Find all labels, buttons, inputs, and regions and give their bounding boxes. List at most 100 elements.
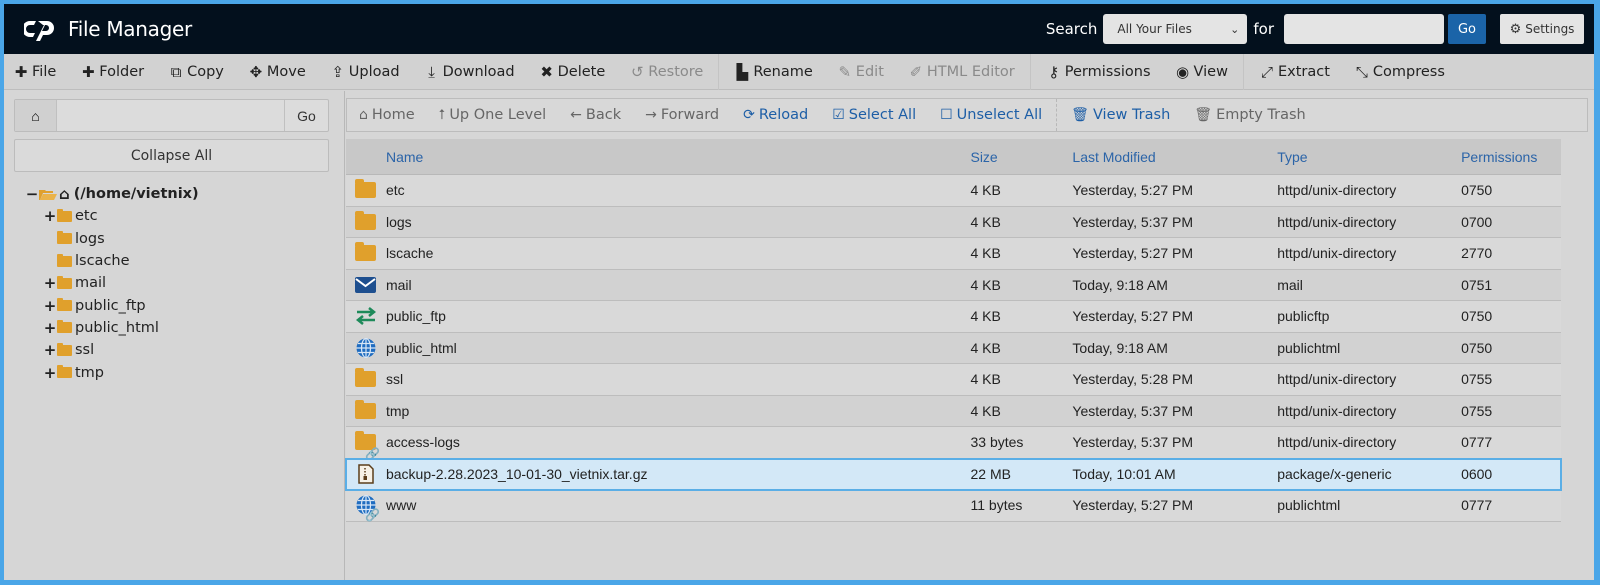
table-row[interactable]: tmp 4 KB Yesterday, 5:37 PM httpd/unix-dire…: [346, 395, 1561, 427]
tree-item[interactable]: + mail: [26, 272, 199, 294]
expand-toggle-icon[interactable]: +: [44, 274, 57, 292]
search-go-button[interactable]: Go: [1448, 14, 1486, 44]
toolbar-button-label: Folder: [99, 63, 145, 80]
table-row[interactable]: logs 4 KB Yesterday, 5:37 PM httpd/unix-dir…: [346, 206, 1561, 238]
file-name: ssl: [385, 371, 404, 388]
trash-icon: 🗑: [1071, 107, 1089, 123]
move-icon: ✥: [249, 62, 263, 81]
path-go-button[interactable]: Go: [284, 100, 328, 131]
expand-toggle-icon[interactable]: +: [44, 364, 57, 382]
table-row[interactable]: public_html 4 KB Today, 9:18 AM publichtml 0…: [346, 332, 1561, 364]
nav-empty-trash-button[interactable]: 🗑 Empty Trash: [1194, 107, 1305, 123]
tree-item[interactable]: + public_html: [26, 317, 199, 339]
collapse-all-button[interactable]: Collapse All: [14, 139, 329, 172]
nav-unselect-all-button[interactable]: ☐ Unselect All: [940, 107, 1042, 123]
search-input[interactable]: [1284, 14, 1444, 44]
nav-reload-button[interactable]: ⟳ Reload: [743, 107, 808, 123]
gear-icon: ⚙: [1509, 21, 1522, 37]
table-row[interactable]: 🔗 www 11 bytes Yesterday, 5:27 PM publichtml…: [346, 490, 1561, 522]
toolbar-extract-button[interactable]: ⤢ Extract: [1260, 63, 1330, 81]
expand-toggle-icon[interactable]: +: [44, 297, 57, 315]
nav-view-trash-button[interactable]: 🗑 View Trash: [1071, 107, 1170, 123]
nav-back-button[interactable]: ← Back: [570, 107, 621, 123]
folder-icon: [355, 242, 377, 262]
column-header-last-modified[interactable]: Last Modified: [1072, 149, 1277, 165]
toolbar-delete-button[interactable]: ✖ Delete: [540, 63, 606, 81]
column-header-type[interactable]: Type: [1277, 149, 1461, 165]
path-input[interactable]: [57, 100, 284, 131]
toolbar-compress-button[interactable]: ⤡ Compress: [1355, 63, 1445, 81]
toolbar-edit-button[interactable]: ✎ Edit: [838, 63, 884, 81]
nav-up-one-level-button[interactable]: ⭡ Up One Level: [439, 107, 546, 123]
search-scope-select[interactable]: All Your Files ⌄: [1103, 14, 1248, 44]
toolbar-copy-button[interactable]: ⧉ Copy: [169, 63, 224, 81]
tree-item[interactable]: + tmp: [26, 361, 199, 383]
brand: File Manager: [24, 17, 192, 41]
file-last-modified: Yesterday, 5:27 PM: [1072, 245, 1194, 262]
table-row[interactable]: ssl 4 KB Yesterday, 5:28 PM httpd/unix-dire…: [346, 364, 1561, 396]
expand-toggle-icon[interactable]: +: [44, 341, 57, 359]
toolbar-view-button[interactable]: ◉ View: [1176, 63, 1228, 81]
html-editor-icon: ✐: [909, 62, 923, 81]
file-permissions: 0755: [1461, 371, 1493, 388]
folder-icon: [355, 368, 377, 388]
tree-item[interactable]: + etc: [26, 205, 199, 227]
toolbar-button-label: Upload: [348, 63, 400, 80]
nav-button-label: Back: [585, 107, 622, 123]
tree-item-label: tmp: [75, 364, 105, 381]
column-header-size[interactable]: Size: [970, 149, 1072, 165]
symlink-icon: 🔗: [365, 508, 380, 523]
globe-icon: [356, 337, 376, 358]
table-row[interactable]: mail 4 KB Today, 9:18 AM mail 0751: [346, 269, 1561, 301]
tree-item[interactable]: logs: [26, 228, 199, 250]
file-icon-cell: 🔗: [346, 431, 386, 461]
toolbar-button-label: Delete: [557, 63, 606, 80]
column-header-permissions[interactable]: Permissions: [1461, 149, 1561, 165]
search-area: Search All Your Files ⌄ for Go ⚙ Setting…: [1046, 14, 1584, 44]
checkbox-checked-icon: ☑: [832, 107, 845, 123]
toolbar-upload-button[interactable]: ⇪ Upload: [331, 62, 400, 81]
table-row[interactable]: 🔗 access-logs 33 bytes Yesterday, 5:37 PM ht…: [346, 427, 1561, 461]
tree-item[interactable]: lscache: [26, 250, 199, 272]
nav-select-all-button[interactable]: ☑ Select All: [832, 107, 916, 123]
toolbar-file-button[interactable]: ✚ File: [14, 63, 57, 81]
file-icon-cell: 🔗: [346, 495, 386, 522]
home-button[interactable]: ⌂: [15, 100, 57, 131]
column-header-name[interactable]: Name: [386, 149, 971, 165]
file-last-modified: Yesterday, 5:37 PM: [1072, 402, 1194, 419]
table-row[interactable]: lscache 4 KB Yesterday, 5:27 PM httpd/unix-…: [346, 238, 1561, 270]
file-permissions: 0777: [1461, 434, 1493, 451]
table-row[interactable]: etc 4 KB Yesterday, 5:27 PM httpd/unix-dire…: [346, 175, 1561, 207]
file-list-panel: ⌂ Home ⭡ Up One Level ← Back → Forward ⟳ Reload ☑ S…: [344, 91, 1594, 580]
file-name: mail: [385, 276, 412, 293]
nav-forward-button[interactable]: → Forward: [645, 107, 719, 123]
nav-home-button[interactable]: ⌂ Home: [359, 107, 415, 123]
toolbar-folder-button[interactable]: ✚ Folder: [81, 63, 144, 81]
expand-toggle-icon[interactable]: +: [44, 207, 57, 225]
file-icon-cell: [346, 210, 386, 230]
plus-icon: ✚: [81, 62, 95, 81]
nav-button-label: Home: [371, 107, 415, 123]
settings-button[interactable]: ⚙ Settings: [1500, 14, 1584, 44]
table-row[interactable]: backup-2.28.2023_10-01-30_vietnix.tar.gz…: [345, 457, 1562, 491]
toolbar-permissions-button[interactable]: ⚷ Permissions: [1047, 63, 1150, 81]
toolbar-html-editor-button[interactable]: ✐ HTML Editor: [909, 63, 1015, 81]
file-last-modified: Yesterday, 5:27 PM: [1072, 308, 1194, 325]
toolbar-rename-button[interactable]: ▙ Rename: [735, 63, 813, 81]
extract-icon: ⤢: [1260, 62, 1273, 81]
collapse-toggle-icon[interactable]: −: [26, 185, 39, 203]
expand-toggle-icon[interactable]: +: [44, 319, 57, 337]
copy-icon: ⧉: [170, 62, 182, 81]
tree-item[interactable]: + public_ftp: [26, 294, 199, 316]
toolbar-button-label: Move: [266, 63, 306, 80]
table-row[interactable]: public_ftp 4 KB Yesterday, 5:27 PM publicft…: [346, 301, 1561, 333]
nav-button-label: Reload: [758, 107, 809, 123]
toolbar-restore-button[interactable]: ↺ Restore: [630, 63, 703, 81]
toolbar-move-button[interactable]: ✥ Move: [249, 63, 306, 81]
toolbar-download-button[interactable]: ⤓ Download: [425, 63, 514, 81]
tree-item[interactable]: + ssl: [26, 339, 199, 361]
toolbar-button-label: View: [1193, 63, 1228, 80]
file-size: 4 KB: [970, 308, 1001, 325]
tree-root[interactable]: − ⌂ (/home/vietnix): [26, 183, 199, 205]
upload-icon: ⇪: [331, 62, 345, 81]
